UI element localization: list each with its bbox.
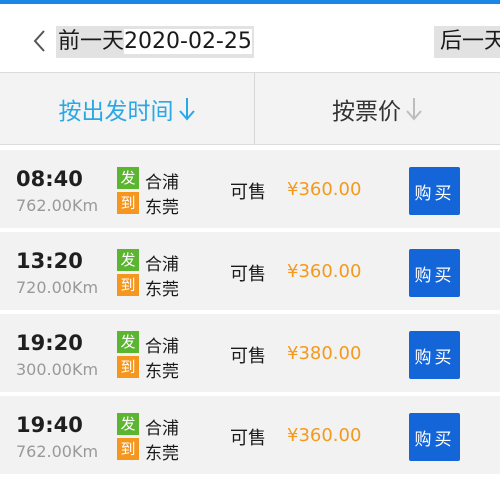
sort-bar: 按出发时间 按票价 [0, 72, 500, 145]
current-date: 2020-02-25 [124, 29, 252, 54]
trip-row[interactable]: 19:40 762.00Km 发 合浦 到 东莞 可售 ¥360.00 购买 [0, 396, 500, 474]
departure-time: 13:20 [16, 249, 83, 273]
departure-station: 合浦 [145, 419, 179, 439]
arrival-tag: 到 [117, 438, 139, 460]
prev-day-label: 前一天 [58, 29, 125, 54]
sort-by-price-tab[interactable]: 按票价 [255, 73, 500, 144]
ticket-status: 可售 [230, 264, 266, 285]
trip-distance: 720.00Km [16, 278, 99, 297]
ticket-price: ¥360.00 [287, 179, 362, 200]
departure-time: 19:20 [16, 331, 83, 355]
back-chevron-icon[interactable] [30, 28, 50, 54]
date-navigation-bar: 前一天2020-02-25 后一天 [0, 4, 500, 72]
sort-by-price-label: 按票价 [332, 98, 401, 125]
trip-row[interactable]: 08:40 762.00Km 发 合浦 到 东莞 可售 ¥360.00 购买 [0, 150, 500, 228]
departure-station: 合浦 [145, 173, 179, 193]
sort-by-time-label: 按出发时间 [58, 98, 174, 125]
arrival-station: 东莞 [145, 444, 179, 464]
trip-row[interactable]: 19:20 300.00Km 发 合浦 到 东莞 可售 ¥380.00 购买 [0, 314, 500, 392]
buy-button[interactable]: 购买 [409, 167, 460, 215]
next-day-button[interactable]: 后一天 [434, 26, 500, 58]
departure-tag: 发 [117, 167, 139, 189]
buy-button[interactable]: 购买 [409, 249, 460, 297]
departure-tag: 发 [117, 331, 139, 353]
trip-distance: 300.00Km [16, 360, 99, 379]
departure-tag: 发 [117, 249, 139, 271]
arrival-tag: 到 [117, 356, 139, 378]
arrival-tag: 到 [117, 274, 139, 296]
arrival-station: 东莞 [145, 280, 179, 300]
trip-distance: 762.00Km [16, 196, 99, 215]
ticket-price: ¥380.00 [287, 343, 362, 364]
prev-day-button[interactable]: 前一天2020-02-25 [56, 26, 254, 58]
ticket-price: ¥360.00 [287, 425, 362, 446]
sort-by-time-tab[interactable]: 按出发时间 [0, 73, 254, 144]
buy-button[interactable]: 购买 [409, 331, 460, 379]
ticket-status: 可售 [230, 428, 266, 449]
departure-time: 19:40 [16, 413, 83, 437]
arrival-tag: 到 [117, 192, 139, 214]
sort-down-arrow-icon [178, 97, 195, 121]
ticket-price: ¥360.00 [287, 261, 362, 282]
departure-station: 合浦 [145, 337, 179, 357]
departure-tag: 发 [117, 413, 139, 435]
departure-station: 合浦 [145, 255, 179, 275]
ticket-status: 可售 [230, 346, 266, 367]
trip-row[interactable]: 13:20 720.00Km 发 合浦 到 东莞 可售 ¥360.00 购买 [0, 232, 500, 310]
trip-distance: 762.00Km [16, 442, 99, 461]
departure-time: 08:40 [16, 167, 83, 191]
arrival-station: 东莞 [145, 362, 179, 382]
buy-button[interactable]: 购买 [409, 413, 460, 461]
arrival-station: 东莞 [145, 198, 179, 218]
sort-down-arrow-icon [406, 97, 422, 121]
ticket-status: 可售 [230, 182, 266, 203]
